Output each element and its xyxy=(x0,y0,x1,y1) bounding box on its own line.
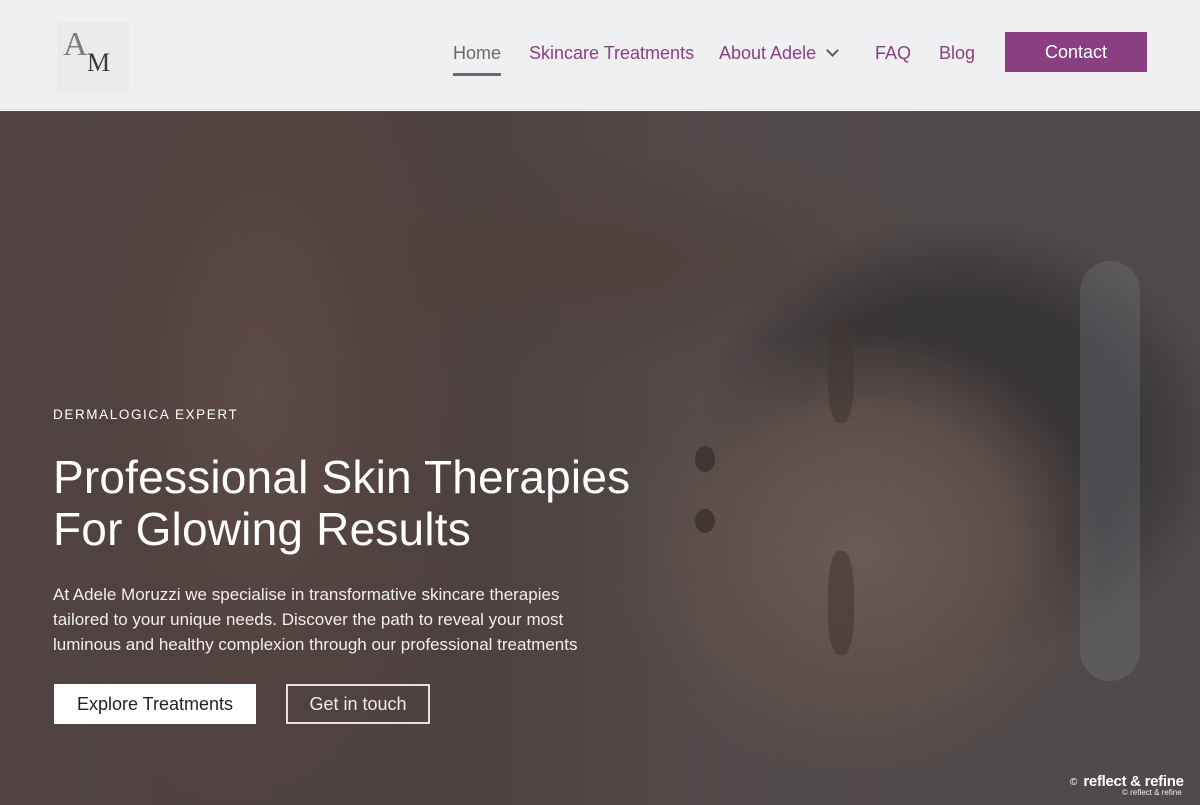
copyright-icon: © xyxy=(1070,777,1078,788)
hero-section: DERMALOGICA EXPERT Professional Skin The… xyxy=(0,111,1200,805)
hero-description-line: tailored to your unique needs. Discover … xyxy=(53,610,564,629)
hero-headline: Professional Skin Therapies For Glowing … xyxy=(53,451,673,555)
watermark: © reflect & refine © reflect & refine xyxy=(1070,773,1184,797)
site-header: A M Home Skincare Treatments About Adele… xyxy=(0,0,1200,110)
hero-description-line: luminous and healthy complexion through … xyxy=(53,635,578,654)
hero-headline-line: Professional Skin Therapies xyxy=(53,451,631,503)
explore-treatments-button[interactable]: Explore Treatments xyxy=(54,684,256,724)
hero-eyebrow: DERMALOGICA EXPERT xyxy=(53,407,239,422)
nav-active-indicator xyxy=(453,73,501,76)
nav-faq[interactable]: FAQ xyxy=(875,42,911,64)
hero-description-line: At Adele Moruzzi we specialise in transf… xyxy=(53,585,560,604)
nav-skincare-treatments[interactable]: Skincare Treatments xyxy=(529,42,694,64)
get-in-touch-button[interactable]: Get in touch xyxy=(286,684,430,724)
nav-about-adele-label: About Adele xyxy=(719,43,817,63)
nav-about-adele[interactable]: About Adele xyxy=(719,42,839,64)
contact-button[interactable]: Contact xyxy=(1005,32,1147,72)
watermark-small-text: © reflect & refine xyxy=(1122,788,1182,797)
chevron-down-icon[interactable] xyxy=(826,44,839,57)
nav-home[interactable]: Home xyxy=(453,42,501,64)
nav-blog[interactable]: Blog xyxy=(939,42,975,64)
hero-headline-line: For Glowing Results xyxy=(53,503,471,555)
hero-description: At Adele Moruzzi we specialise in transf… xyxy=(53,582,653,657)
